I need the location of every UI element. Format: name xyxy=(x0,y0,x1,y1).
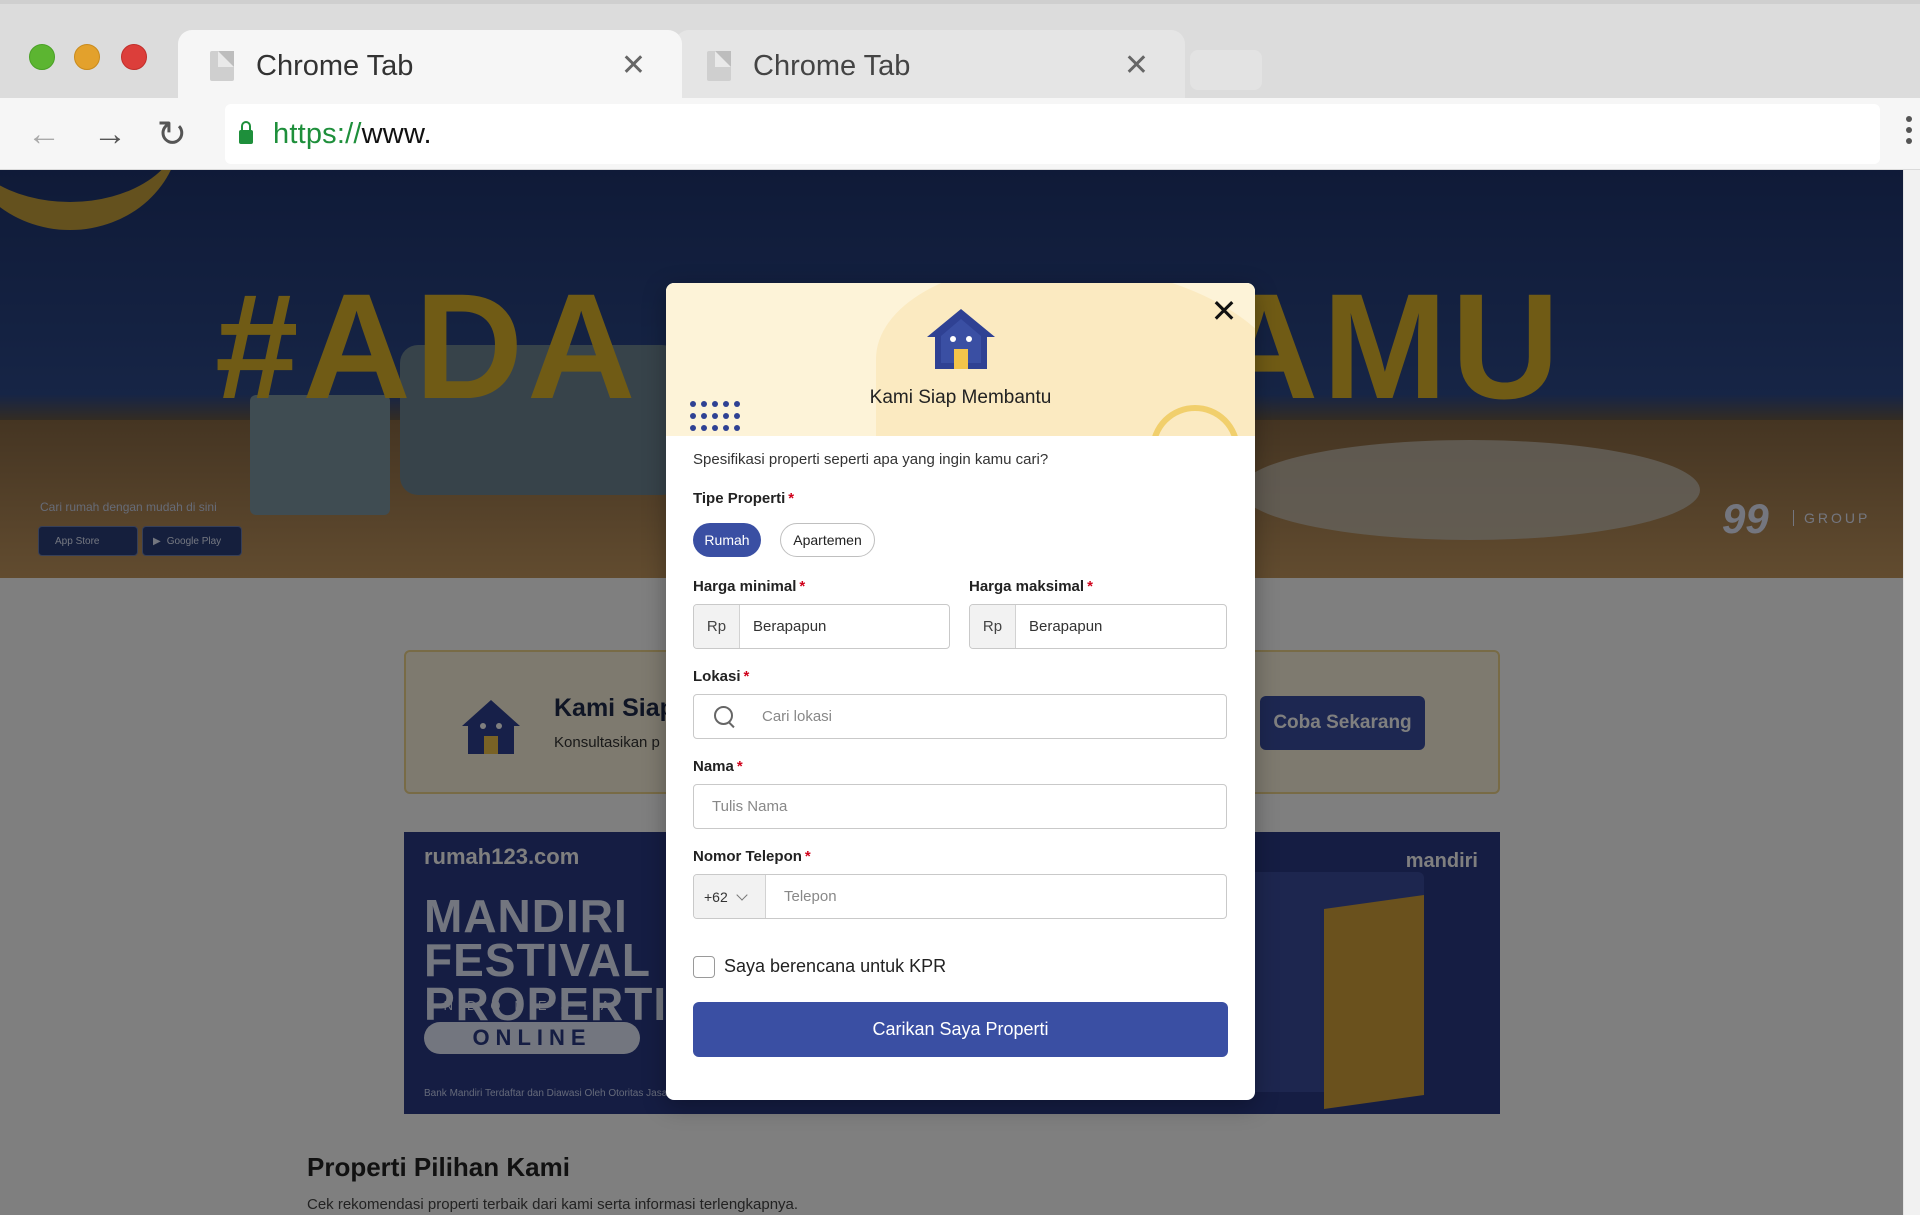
name-label: Nama * xyxy=(693,758,743,775)
address-bar[interactable]: https://www. xyxy=(225,104,1880,164)
phone-label: Nomor Telepon * xyxy=(693,848,811,865)
reload-icon[interactable]: ↻ xyxy=(150,112,194,156)
document-icon xyxy=(210,51,234,81)
location-label: Lokasi * xyxy=(693,668,750,685)
close-icon[interactable]: ✕ xyxy=(1124,51,1149,81)
country-code-select[interactable]: +62 xyxy=(694,875,766,918)
name-input[interactable]: Tulis Nama xyxy=(693,784,1227,829)
browser-tab-2[interactable]: Chrome Tab ✕ xyxy=(675,30,1185,102)
new-tab-button[interactable] xyxy=(1190,50,1262,90)
close-icon[interactable]: ✕ xyxy=(621,51,646,81)
min-price-value: Berapapun xyxy=(753,618,827,635)
property-type-label: Tipe Properti * xyxy=(693,490,795,507)
location-input[interactable]: Cari lokasi xyxy=(693,694,1227,739)
lock-icon xyxy=(239,121,253,144)
tab-title: Chrome Tab xyxy=(256,49,414,82)
browser-toolbar: ← → ↻ https://www. xyxy=(0,98,1920,170)
back-arrow-icon[interactable]: ← xyxy=(22,112,66,156)
page-scrollbar[interactable] xyxy=(1903,170,1920,1215)
name-placeholder: Tulis Nama xyxy=(712,798,788,815)
window-close-button[interactable] xyxy=(121,44,147,70)
more-vert-icon[interactable] xyxy=(1902,116,1916,144)
browser-tab-bar: Chrome Tab ✕ Chrome Tab ✕ xyxy=(0,0,1920,102)
country-code: +62 xyxy=(704,888,728,905)
min-price-label: Harga minimal * xyxy=(693,578,806,595)
chip-apartemen[interactable]: Apartemen xyxy=(780,523,875,557)
form-question: Spesifikasi properti seperti apa yang in… xyxy=(693,451,1049,468)
location-placeholder: Cari lokasi xyxy=(762,708,833,725)
search-icon xyxy=(714,705,736,728)
modal-title: Kami Siap Membantu xyxy=(869,387,1052,408)
currency-prefix: Rp xyxy=(694,605,740,648)
document-icon xyxy=(707,51,731,81)
chip-rumah[interactable]: Rumah xyxy=(693,523,761,557)
forward-arrow-icon[interactable]: → xyxy=(88,112,132,156)
phone-input[interactable]: +62 Telepon xyxy=(693,874,1227,919)
currency-prefix: Rp xyxy=(970,605,1016,648)
max-price-field[interactable]: Rp Berapapun xyxy=(969,604,1227,649)
kpr-checkbox-label[interactable]: Saya berencana untuk KPR xyxy=(724,956,946,977)
house-icon xyxy=(927,309,995,369)
url-text: https://www. xyxy=(273,117,432,150)
search-property-button[interactable]: Carikan Saya Properti xyxy=(693,1002,1228,1057)
kpr-checkbox[interactable] xyxy=(693,956,715,978)
chevron-down-icon xyxy=(736,888,748,901)
modal-header: Kami Siap Membantu ✕ xyxy=(666,283,1255,436)
property-search-modal: Kami Siap Membantu ✕ Spesifikasi propert… xyxy=(666,283,1255,1100)
phone-placeholder: Telepon xyxy=(784,888,837,905)
close-icon[interactable]: ✕ xyxy=(1208,295,1240,327)
max-price-label: Harga maksimal * xyxy=(969,578,1093,595)
window-maximize-button[interactable] xyxy=(29,44,55,70)
tab-title: Chrome Tab xyxy=(753,49,911,82)
min-price-field[interactable]: Rp Berapapun xyxy=(693,604,950,649)
window-minimize-button[interactable] xyxy=(74,44,100,70)
browser-tab-1[interactable]: Chrome Tab ✕ xyxy=(178,30,682,102)
page-content: #ADA AMU Cari rumah dengan mudah di sini… xyxy=(0,170,1903,1215)
max-price-value: Berapapun xyxy=(1029,618,1103,635)
